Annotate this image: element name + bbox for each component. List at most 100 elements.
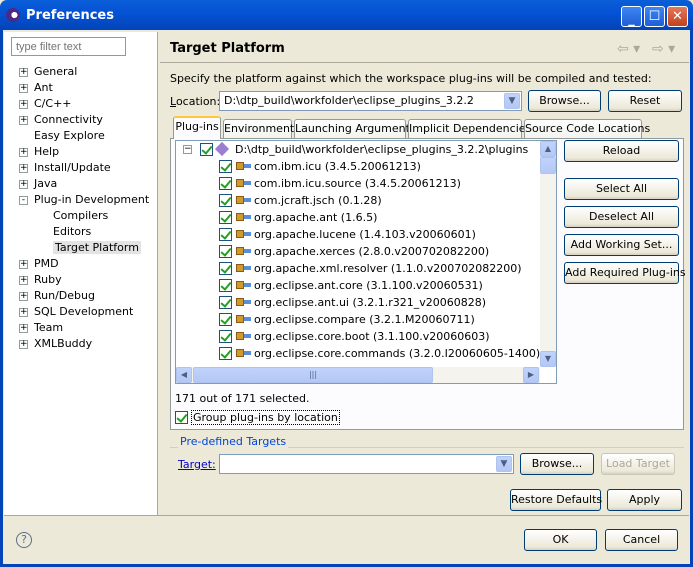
maximize-button[interactable]: ☐ bbox=[644, 6, 665, 27]
load-target-button[interactable]: Load Target bbox=[601, 453, 675, 475]
tree-item[interactable]: + Ruby bbox=[19, 272, 62, 288]
checkbox-checked[interactable] bbox=[219, 313, 232, 326]
tree-item[interactable]: - Plug-in Development bbox=[19, 192, 150, 208]
tree-item[interactable]: Compilers bbox=[53, 208, 108, 224]
tab-launching-arguments[interactable]: Launching Arguments bbox=[294, 119, 416, 138]
expand-icon[interactable]: + bbox=[19, 84, 28, 93]
expand-icon[interactable]: + bbox=[19, 100, 28, 109]
plugin-icon bbox=[236, 262, 252, 274]
tree-item[interactable]: + Help bbox=[19, 144, 59, 160]
tree-item-label: C/C++ bbox=[34, 97, 72, 110]
expand-icon[interactable]: + bbox=[19, 292, 28, 301]
scroll-thumb[interactable] bbox=[540, 157, 556, 174]
expand-icon[interactable]: + bbox=[19, 308, 28, 317]
browse-target-button[interactable]: Browse... bbox=[520, 453, 594, 475]
tree-item[interactable]: + Ant bbox=[19, 80, 53, 96]
footer-divider bbox=[4, 515, 689, 516]
tree-item[interactable]: + Connectivity bbox=[19, 112, 103, 128]
restore-defaults-button[interactable]: Restore Defaults bbox=[510, 489, 602, 511]
expand-icon[interactable]: + bbox=[19, 324, 28, 333]
tree-item-label: Plug-in Development bbox=[34, 193, 150, 206]
tab-implicit-dependencies[interactable]: Implicit Dependencies bbox=[408, 119, 531, 138]
checkbox-checked[interactable] bbox=[219, 160, 232, 173]
tab-plugins[interactable]: Plug-ins bbox=[173, 116, 221, 139]
forward-arrow-icon[interactable]: ⇨ ▾ bbox=[652, 41, 675, 57]
checkbox-checked[interactable] bbox=[200, 143, 213, 156]
reset-button[interactable]: Reset bbox=[608, 90, 682, 112]
checkbox-checked[interactable] bbox=[219, 194, 232, 207]
expand-icon[interactable]: + bbox=[19, 68, 28, 77]
plugin-label: org.eclipse.ant.core (3.1.100.v20060531) bbox=[254, 279, 483, 292]
checkbox-checked[interactable] bbox=[219, 330, 232, 343]
ok-button[interactable]: OK bbox=[524, 529, 597, 551]
select-all-button[interactable]: Select All bbox=[564, 178, 679, 200]
scroll-down-icon[interactable]: ▼ bbox=[540, 351, 556, 367]
expand-icon[interactable]: + bbox=[19, 180, 28, 189]
add-working-set-button[interactable]: Add Working Set... bbox=[564, 234, 679, 256]
scroll-right-icon[interactable]: ▶ bbox=[523, 367, 539, 383]
tree-item-label: Ruby bbox=[34, 273, 62, 286]
expand-icon[interactable]: + bbox=[19, 340, 28, 349]
tree-item-label: Ant bbox=[34, 81, 53, 94]
tree-item[interactable]: + Team bbox=[19, 320, 64, 336]
help-icon[interactable]: ? bbox=[16, 532, 32, 548]
plugin-label: org.eclipse.core.commands (3.2.0.I200606… bbox=[254, 347, 541, 360]
vertical-scrollbar[interactable]: ▲ ▼ bbox=[540, 141, 556, 367]
checkbox-checked[interactable] bbox=[219, 177, 232, 190]
back-arrow-icon[interactable]: ⇦ ▾ bbox=[617, 41, 640, 57]
minimize-button[interactable]: _ bbox=[621, 6, 642, 27]
scroll-up-icon[interactable]: ▲ bbox=[540, 141, 556, 157]
filter-input[interactable] bbox=[11, 37, 126, 56]
chevron-down-icon[interactable]: ▼ bbox=[504, 93, 520, 109]
tree-item[interactable]: Editors bbox=[53, 224, 91, 240]
tree-item[interactable]: + C/C++ bbox=[19, 96, 72, 112]
target-combo[interactable]: ▼ bbox=[219, 454, 514, 474]
add-required-plugins-button[interactable]: Add Required Plug-ins bbox=[564, 262, 686, 284]
tree-item[interactable]: Easy Explore bbox=[34, 128, 105, 144]
browse-location-button[interactable]: Browse... bbox=[528, 90, 601, 112]
expand-icon[interactable]: + bbox=[19, 260, 28, 269]
tree-item-label: SQL Development bbox=[34, 305, 134, 318]
checkbox-checked[interactable] bbox=[219, 245, 232, 258]
tab-environment[interactable]: Environment bbox=[223, 119, 294, 138]
checkbox-checked[interactable] bbox=[219, 228, 232, 241]
tree-item[interactable]: + XMLBuddy bbox=[19, 336, 92, 352]
tree-item[interactable]: + Install/Update bbox=[19, 160, 111, 176]
plugin-icon bbox=[236, 245, 252, 257]
target-label[interactable]: Target: bbox=[178, 458, 216, 471]
tree-item[interactable]: + Java bbox=[19, 176, 57, 192]
checkbox-checked[interactable] bbox=[219, 262, 232, 275]
tree-item[interactable]: + Run/Debug bbox=[19, 288, 95, 304]
collapse-icon[interactable]: - bbox=[19, 196, 28, 205]
location-combo[interactable]: D:\dtp_build\workfolder\eclipse_plugins_… bbox=[219, 91, 522, 111]
checkbox-checked[interactable] bbox=[219, 279, 232, 292]
tab-source-code-locations[interactable]: Source Code Locations bbox=[524, 119, 650, 138]
expand-icon[interactable]: + bbox=[19, 276, 28, 285]
tree-item[interactable]: + General bbox=[19, 64, 77, 80]
hscroll-thumb[interactable]: ||| bbox=[193, 367, 433, 383]
tree-item[interactable]: + PMD bbox=[19, 256, 59, 272]
cancel-button[interactable]: Cancel bbox=[605, 529, 678, 551]
checkbox-checked[interactable] bbox=[219, 347, 232, 360]
scroll-left-icon[interactable]: ◀ bbox=[176, 367, 192, 383]
collapse-icon[interactable]: − bbox=[183, 145, 192, 154]
window-title: Preferences bbox=[26, 8, 114, 23]
expand-icon[interactable]: + bbox=[19, 164, 28, 173]
expand-icon[interactable]: + bbox=[19, 116, 28, 125]
plugin-root-label: D:\dtp_build\workfolder\eclipse_plugins_… bbox=[235, 143, 529, 156]
horizontal-scrollbar[interactable]: ◀ ||| ▶ bbox=[176, 367, 540, 383]
tree-item[interactable]: Target Platform bbox=[53, 240, 141, 256]
close-button[interactable]: ✕ bbox=[667, 6, 688, 27]
chevron-down-icon[interactable]: ▼ bbox=[496, 456, 512, 472]
tree-item[interactable]: + SQL Development bbox=[19, 304, 134, 320]
checkbox-checked[interactable] bbox=[219, 296, 232, 309]
apply-button[interactable]: Apply bbox=[607, 489, 682, 511]
reload-button[interactable]: Reload bbox=[564, 140, 679, 162]
tree-item-label: Target Platform bbox=[53, 241, 141, 254]
checkbox-checked[interactable] bbox=[175, 411, 188, 424]
plugin-icon bbox=[236, 177, 252, 189]
checkbox-checked[interactable] bbox=[219, 211, 232, 224]
expand-icon[interactable]: + bbox=[19, 148, 28, 157]
deselect-all-button[interactable]: Deselect All bbox=[564, 206, 679, 228]
tree-item-label: Team bbox=[34, 321, 64, 334]
